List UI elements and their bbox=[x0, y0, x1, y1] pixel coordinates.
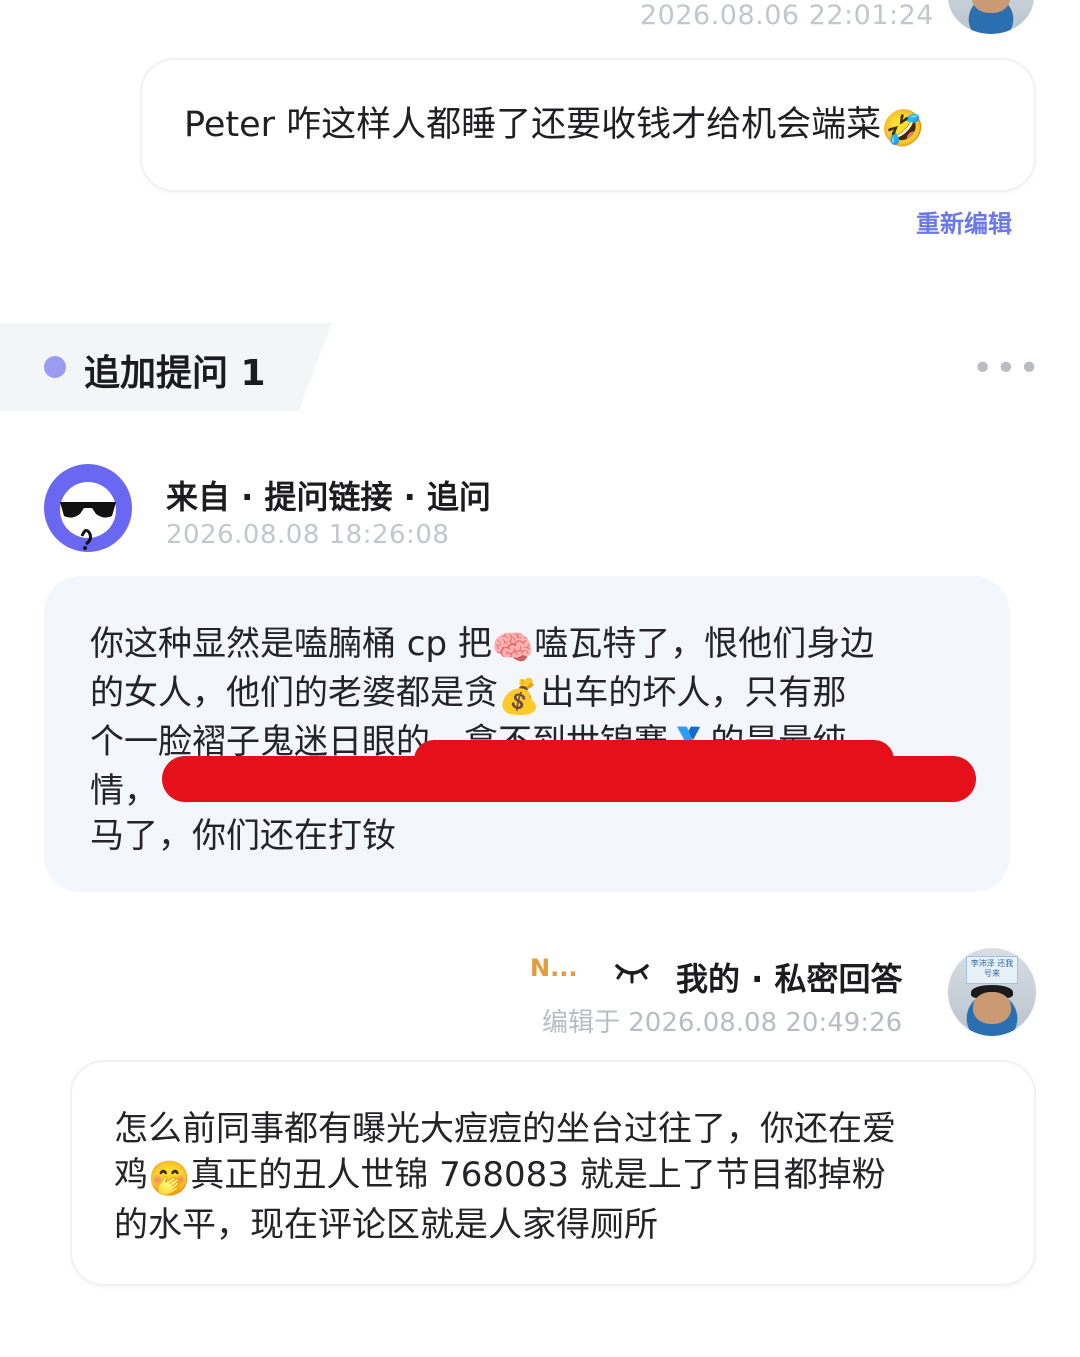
answer-body: 怎么前同事都有曝光大痘痘的坐台过往了，你还在爱 鸡🤭真正的丑人世锦 768083… bbox=[114, 1106, 1014, 1248]
message-timestamp: 2026.08.06 22:01:24 bbox=[640, 0, 934, 31]
user-avatar[interactable] bbox=[948, 0, 1034, 34]
more-options-icon[interactable]: ••• bbox=[972, 348, 1042, 389]
avatar-face bbox=[972, 0, 1010, 14]
answerer-avatar[interactable]: 李沛泽 还我号来 bbox=[948, 948, 1036, 1036]
face-with-hand-over-mouth-emoji-icon: 🤭 bbox=[148, 1159, 191, 1199]
answer-edit-timestamp: 编辑于 2026.08.08 20:49:26 bbox=[542, 1008, 903, 1038]
answer-line: 鸡🤭真正的丑人世锦 768083 就是上了节目都掉粉 bbox=[114, 1152, 1014, 1202]
answer-label: 我的 · 私密回答 bbox=[676, 960, 903, 998]
question-line: 马了，你们还在打钕 bbox=[90, 816, 396, 856]
answer-nickname: N... bbox=[530, 954, 578, 982]
question-timestamp: 2026.08.08 18:26:08 bbox=[166, 520, 450, 550]
message-bubble[interactable]: Peter 咋这样人都睡了还要收钱才给机会端菜🤣 bbox=[140, 58, 1036, 192]
avatar-sign: 李沛泽 还我号来 bbox=[966, 956, 1018, 984]
answer-line: 怎么前同事都有曝光大痘痘的坐台过往了，你还在爱 bbox=[114, 1109, 896, 1149]
question-line: 你这种显然是嗑腩桶 cp 把🧠嗑瓦特了，恨他们身边 bbox=[90, 622, 990, 671]
anonymous-avatar[interactable] bbox=[44, 464, 132, 552]
closed-eye-icon[interactable] bbox=[614, 960, 650, 990]
question-source-label: 来自 · 提问链接 · 追问 bbox=[166, 478, 491, 516]
question-line: 的女人，他们的老婆都是贪💰出车的坏人，只有那 bbox=[90, 671, 990, 720]
follow-up-question-card[interactable]: 你这种显然是嗑腩桶 cp 把🧠嗑瓦特了，恨他们身边 的女人，他们的老婆都是贪💰出… bbox=[44, 576, 1010, 892]
section-title: 追加提问 1 bbox=[84, 353, 266, 394]
rofl-emoji-icon: 🤣 bbox=[881, 109, 925, 149]
money-bag-emoji-icon: 💰 bbox=[498, 677, 541, 717]
re-edit-link[interactable]: 重新编辑 bbox=[916, 204, 1012, 239]
avatar-face bbox=[972, 992, 1012, 1024]
answer-line: 的水平，现在评论区就是人家得厕所 bbox=[114, 1205, 658, 1245]
section-dot-icon bbox=[44, 356, 66, 378]
redaction-scribble bbox=[414, 740, 894, 780]
message-text: Peter 咋这样人都睡了还要收钱才给机会端菜🤣 bbox=[184, 102, 925, 152]
sunglasses-face-icon bbox=[60, 482, 116, 550]
answer-bubble[interactable]: 怎么前同事都有曝光大痘痘的坐台过往了，你还在爱 鸡🤭真正的丑人世锦 768083… bbox=[70, 1060, 1036, 1286]
brain-emoji-icon: 🧠 bbox=[491, 628, 535, 668]
